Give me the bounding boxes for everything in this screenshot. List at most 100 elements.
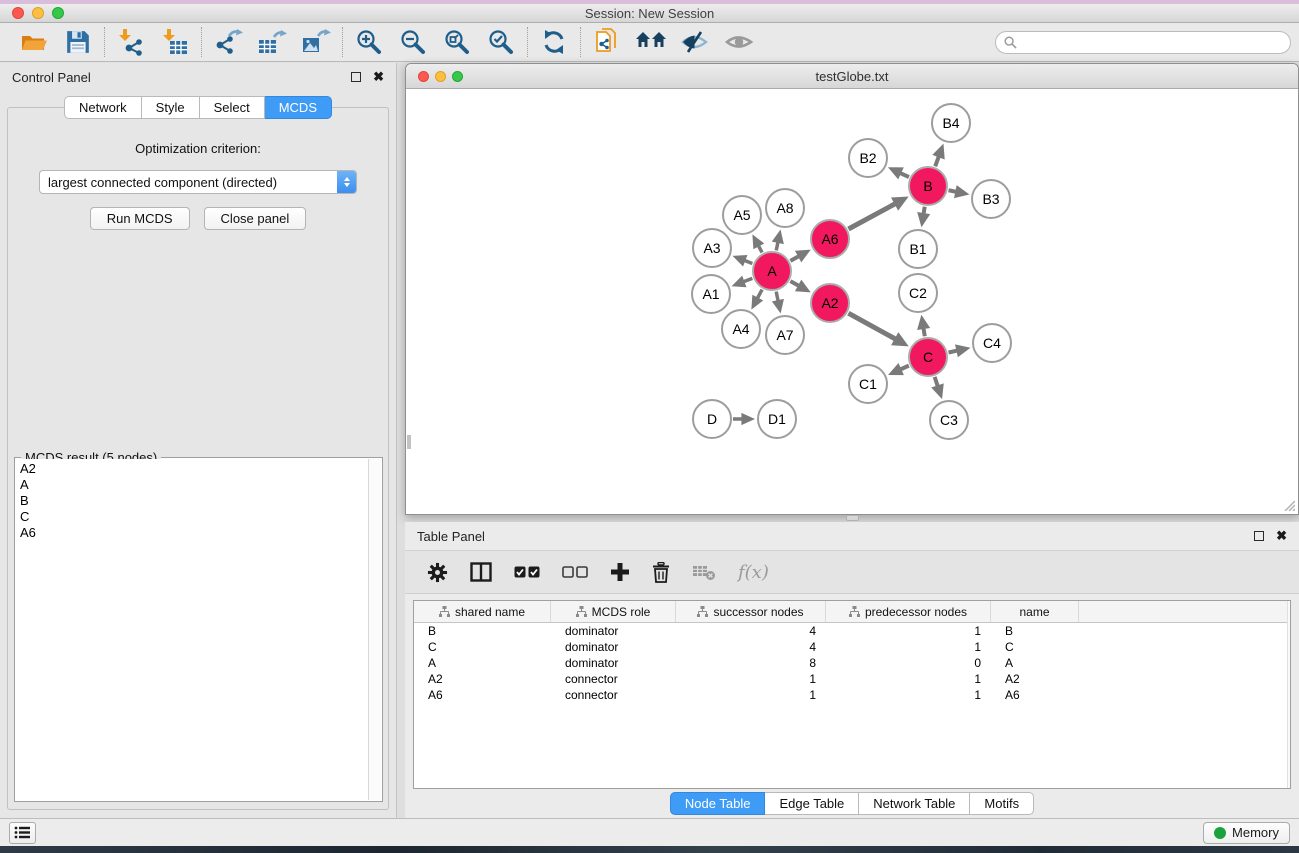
graph-node-D1[interactable]: D1 <box>757 399 797 439</box>
float-panel-icon[interactable] <box>351 72 361 82</box>
graph-node-B2[interactable]: B2 <box>848 138 888 178</box>
graph-edge-B-B4[interactable] <box>932 144 944 167</box>
import-network-button[interactable] <box>115 27 147 57</box>
split-pane-handle[interactable] <box>846 515 859 521</box>
tab-node-table[interactable]: Node Table <box>670 792 766 815</box>
graph-node-C4[interactable]: C4 <box>972 323 1012 363</box>
graph-edge-C-C3[interactable] <box>931 377 944 399</box>
memory-button[interactable]: Memory <box>1203 822 1290 844</box>
graph-node-B1[interactable]: B1 <box>898 229 938 269</box>
graph-edge-B-B1[interactable] <box>917 207 930 228</box>
deselect-all-rows-button[interactable] <box>562 566 588 579</box>
tab-network[interactable]: Network <box>64 96 142 119</box>
graph-edge-B-B2[interactable] <box>888 167 909 179</box>
graph-node-A1[interactable]: A1 <box>691 274 731 314</box>
first-neighbors-button[interactable] <box>635 27 667 57</box>
column-header-successor-nodes[interactable]: successor nodes <box>676 601 826 622</box>
network-canvas[interactable]: B4 B2 B B3 A8A5 A6 B1 A3 A C2 A1 A2 A4A7 C4 C C1 C3 D D1 <box>407 90 1297 513</box>
tab-edge-table[interactable]: Edge Table <box>765 792 859 815</box>
export-network-button[interactable] <box>212 27 244 57</box>
node-table-scrollbar[interactable] <box>1287 601 1290 788</box>
minimize-window-button[interactable] <box>32 7 44 19</box>
graph-node-A3[interactable]: A3 <box>692 228 732 268</box>
graph-edge-A-A8[interactable] <box>772 230 784 251</box>
save-session-button[interactable] <box>62 27 94 57</box>
table-row[interactable]: Cdominator41C <box>414 639 1290 655</box>
graph-node-A6[interactable]: A6 <box>810 219 850 259</box>
column-header-name[interactable]: name <box>991 601 1079 622</box>
mcds-result-item[interactable]: A6 <box>16 525 368 541</box>
tab-motifs[interactable]: Motifs <box>970 792 1034 815</box>
export-image-button[interactable] <box>300 27 332 57</box>
select-all-rows-button[interactable] <box>514 566 540 579</box>
network-minimize-button[interactable] <box>435 71 446 82</box>
network-window-titlebar[interactable]: testGlobe.txt <box>406 64 1298 89</box>
graph-node-C1[interactable]: C1 <box>848 364 888 404</box>
graph-node-A8[interactable]: A8 <box>765 188 805 228</box>
graph-node-B[interactable]: B <box>908 166 948 206</box>
zoom-fit-content-button[interactable] <box>441 27 473 57</box>
tab-select[interactable]: Select <box>200 96 265 119</box>
graph-node-D[interactable]: D <box>692 399 732 439</box>
close-panel-button[interactable]: Close panel <box>204 207 307 230</box>
show-task-history-button[interactable] <box>9 822 36 844</box>
mcds-result-item[interactable]: C <box>16 509 368 525</box>
table-row[interactable]: A2connector11A2 <box>414 671 1290 687</box>
graph-edge-C-C1[interactable] <box>888 363 909 375</box>
tab-network-table[interactable]: Network Table <box>859 792 970 815</box>
close-panel-icon[interactable]: ✖ <box>373 72 384 82</box>
zoom-out-button[interactable] <box>397 27 429 57</box>
graph-edge-C-C4[interactable] <box>949 344 971 357</box>
network-vertical-scrollbar[interactable] <box>407 435 411 449</box>
mcds-list-scrollbar[interactable] <box>368 459 381 800</box>
close-window-button[interactable] <box>12 7 24 19</box>
graph-edge-A-A5[interactable] <box>752 234 764 252</box>
graph-edge-A-A3[interactable] <box>733 255 753 266</box>
graph-node-A7[interactable]: A7 <box>765 315 805 355</box>
export-table-button[interactable] <box>256 27 288 57</box>
table-row[interactable]: Adominator80A <box>414 655 1290 671</box>
search-input[interactable] <box>1022 35 1282 49</box>
apply-preferred-layout-button[interactable] <box>538 27 570 57</box>
column-header-shared-name[interactable]: shared name <box>414 601 551 622</box>
column-header-predecessor-nodes[interactable]: predecessor nodes <box>826 601 991 622</box>
graph-node-A2[interactable]: A2 <box>810 283 850 323</box>
table-row[interactable]: A6connector11A6 <box>414 687 1290 703</box>
new-network-from-selection-button[interactable] <box>591 27 623 57</box>
graph-edge-A-A2[interactable] <box>790 280 810 293</box>
network-close-button[interactable] <box>418 71 429 82</box>
graph-node-C[interactable]: C <box>908 337 948 377</box>
graph-edge-C-C2[interactable] <box>917 315 930 337</box>
hide-selected-button[interactable] <box>679 27 711 57</box>
resize-grip-icon[interactable] <box>1282 498 1295 511</box>
zoom-window-button[interactable] <box>52 7 64 19</box>
network-zoom-button[interactable] <box>452 71 463 82</box>
graph-edge-A-A1[interactable] <box>732 276 753 288</box>
zoom-in-button[interactable] <box>353 27 385 57</box>
graph-node-A[interactable]: A <box>752 251 792 291</box>
tab-mcds[interactable]: MCDS <box>265 96 332 119</box>
show-columns-button[interactable] <box>470 562 492 582</box>
graph-node-C3[interactable]: C3 <box>929 400 969 440</box>
search-field[interactable] <box>995 31 1291 54</box>
create-new-column-button[interactable] <box>610 562 630 582</box>
zoom-selected-region-button[interactable] <box>485 27 517 57</box>
graph-node-B3[interactable]: B3 <box>971 179 1011 219</box>
graph-edge-A-A7[interactable] <box>772 292 784 314</box>
mcds-result-item[interactable]: A <box>16 477 368 493</box>
table-row[interactable]: Bdominator41B <box>414 623 1290 639</box>
graph-node-B4[interactable]: B4 <box>931 103 971 143</box>
delete-selected-rows-button[interactable] <box>652 562 670 583</box>
graph-node-C2[interactable]: C2 <box>898 273 938 313</box>
import-table-button[interactable] <box>159 27 191 57</box>
tab-style[interactable]: Style <box>142 96 200 119</box>
graph-node-A5[interactable]: A5 <box>722 195 762 235</box>
show-all-button[interactable] <box>723 27 755 57</box>
criterion-dropdown[interactable]: largest connected component (directed) <box>39 170 357 194</box>
graph-node-A4[interactable]: A4 <box>721 309 761 349</box>
close-table-panel-icon[interactable]: ✖ <box>1276 531 1287 541</box>
graph-edge-D-D1[interactable] <box>733 413 755 425</box>
graph-edge-A2-C[interactable] <box>848 313 908 346</box>
float-table-panel-icon[interactable] <box>1254 531 1264 541</box>
graph-edge-B-B3[interactable] <box>949 185 970 198</box>
